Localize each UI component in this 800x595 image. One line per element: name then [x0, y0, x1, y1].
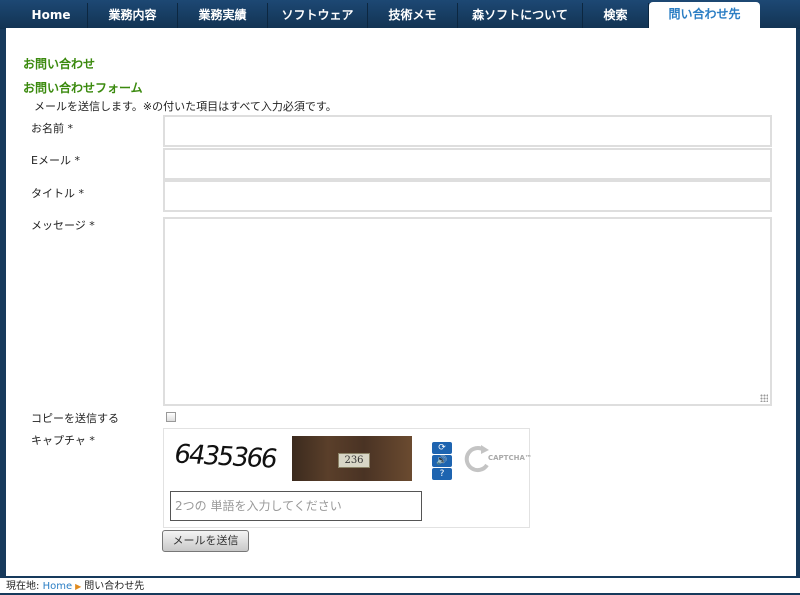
captcha-widget: 6435366 236 ⟳ 🔊 ? CAPTCHA™ 2つの 単語を入力してくだ… [163, 428, 532, 528]
name-label: お名前 * [31, 122, 73, 135]
captcha-word-1: 6435366 [171, 439, 279, 475]
form-title: お問い合わせフォーム [23, 81, 143, 95]
tab-tech-memo[interactable]: 技術メモ [368, 3, 458, 29]
resize-grip-icon[interactable] [760, 394, 768, 402]
copy-label: コピーを送信する [31, 412, 119, 425]
email-input[interactable] [163, 148, 772, 180]
name-input[interactable] [163, 115, 772, 147]
recaptcha-logo: CAPTCHA™ [464, 443, 532, 475]
tab-contact[interactable]: 問い合わせ先 [649, 2, 760, 29]
captcha-input[interactable]: 2つの 単語を入力してください [170, 491, 422, 521]
recaptcha-logo-text: CAPTCHA™ [488, 454, 532, 462]
captcha-help-icon[interactable]: ? [432, 468, 452, 480]
breadcrumb-home-link[interactable]: Home [43, 581, 73, 592]
message-label: メッセージ * [31, 219, 95, 232]
content-panel: お問い合わせ お問い合わせフォーム メールを送信します。※の付いた項目はすべて入… [6, 28, 796, 576]
captcha-label: キャプチャ * [31, 434, 95, 447]
submit-button[interactable]: メールを送信 [162, 530, 249, 552]
message-textarea[interactable] [163, 217, 772, 406]
tab-software[interactable]: ソフトウェア [268, 3, 368, 29]
top-navigation: Home 業務内容 業務実績 ソフトウェア 技術メモ 森ソフトについて 検索 問… [0, 0, 800, 29]
captcha-photo-image: 236 [292, 436, 412, 481]
tab-home[interactable]: Home [15, 3, 88, 29]
copy-checkbox[interactable] [166, 412, 176, 422]
page-title: お問い合わせ [23, 57, 96, 71]
subject-label: タイトル * [31, 187, 84, 200]
tab-search[interactable]: 検索 [583, 3, 649, 29]
captcha-word-2: 236 [338, 453, 370, 468]
captcha-word-image: 6435366 [170, 436, 290, 481]
captcha-refresh-icon[interactable]: ⟳ [432, 442, 452, 454]
tab-services[interactable]: 業務内容 [88, 3, 178, 29]
form-intro: メールを送信します。※の付いた項目はすべて入力必須です。 [34, 100, 337, 113]
subject-input[interactable] [163, 180, 772, 212]
breadcrumb-prefix: 現在地: [6, 581, 40, 592]
captcha-audio-icon[interactable]: 🔊 [432, 455, 452, 467]
breadcrumb-current: 問い合わせ先 [84, 581, 145, 592]
breadcrumb-arrow-icon: ▶ [75, 582, 82, 591]
tab-achievements[interactable]: 業務実績 [178, 3, 268, 29]
email-label: Eメール * [31, 154, 80, 167]
breadcrumb: 現在地: Home ▶ 問い合わせ先 [0, 576, 800, 593]
tab-about[interactable]: 森ソフトについて [458, 3, 583, 29]
